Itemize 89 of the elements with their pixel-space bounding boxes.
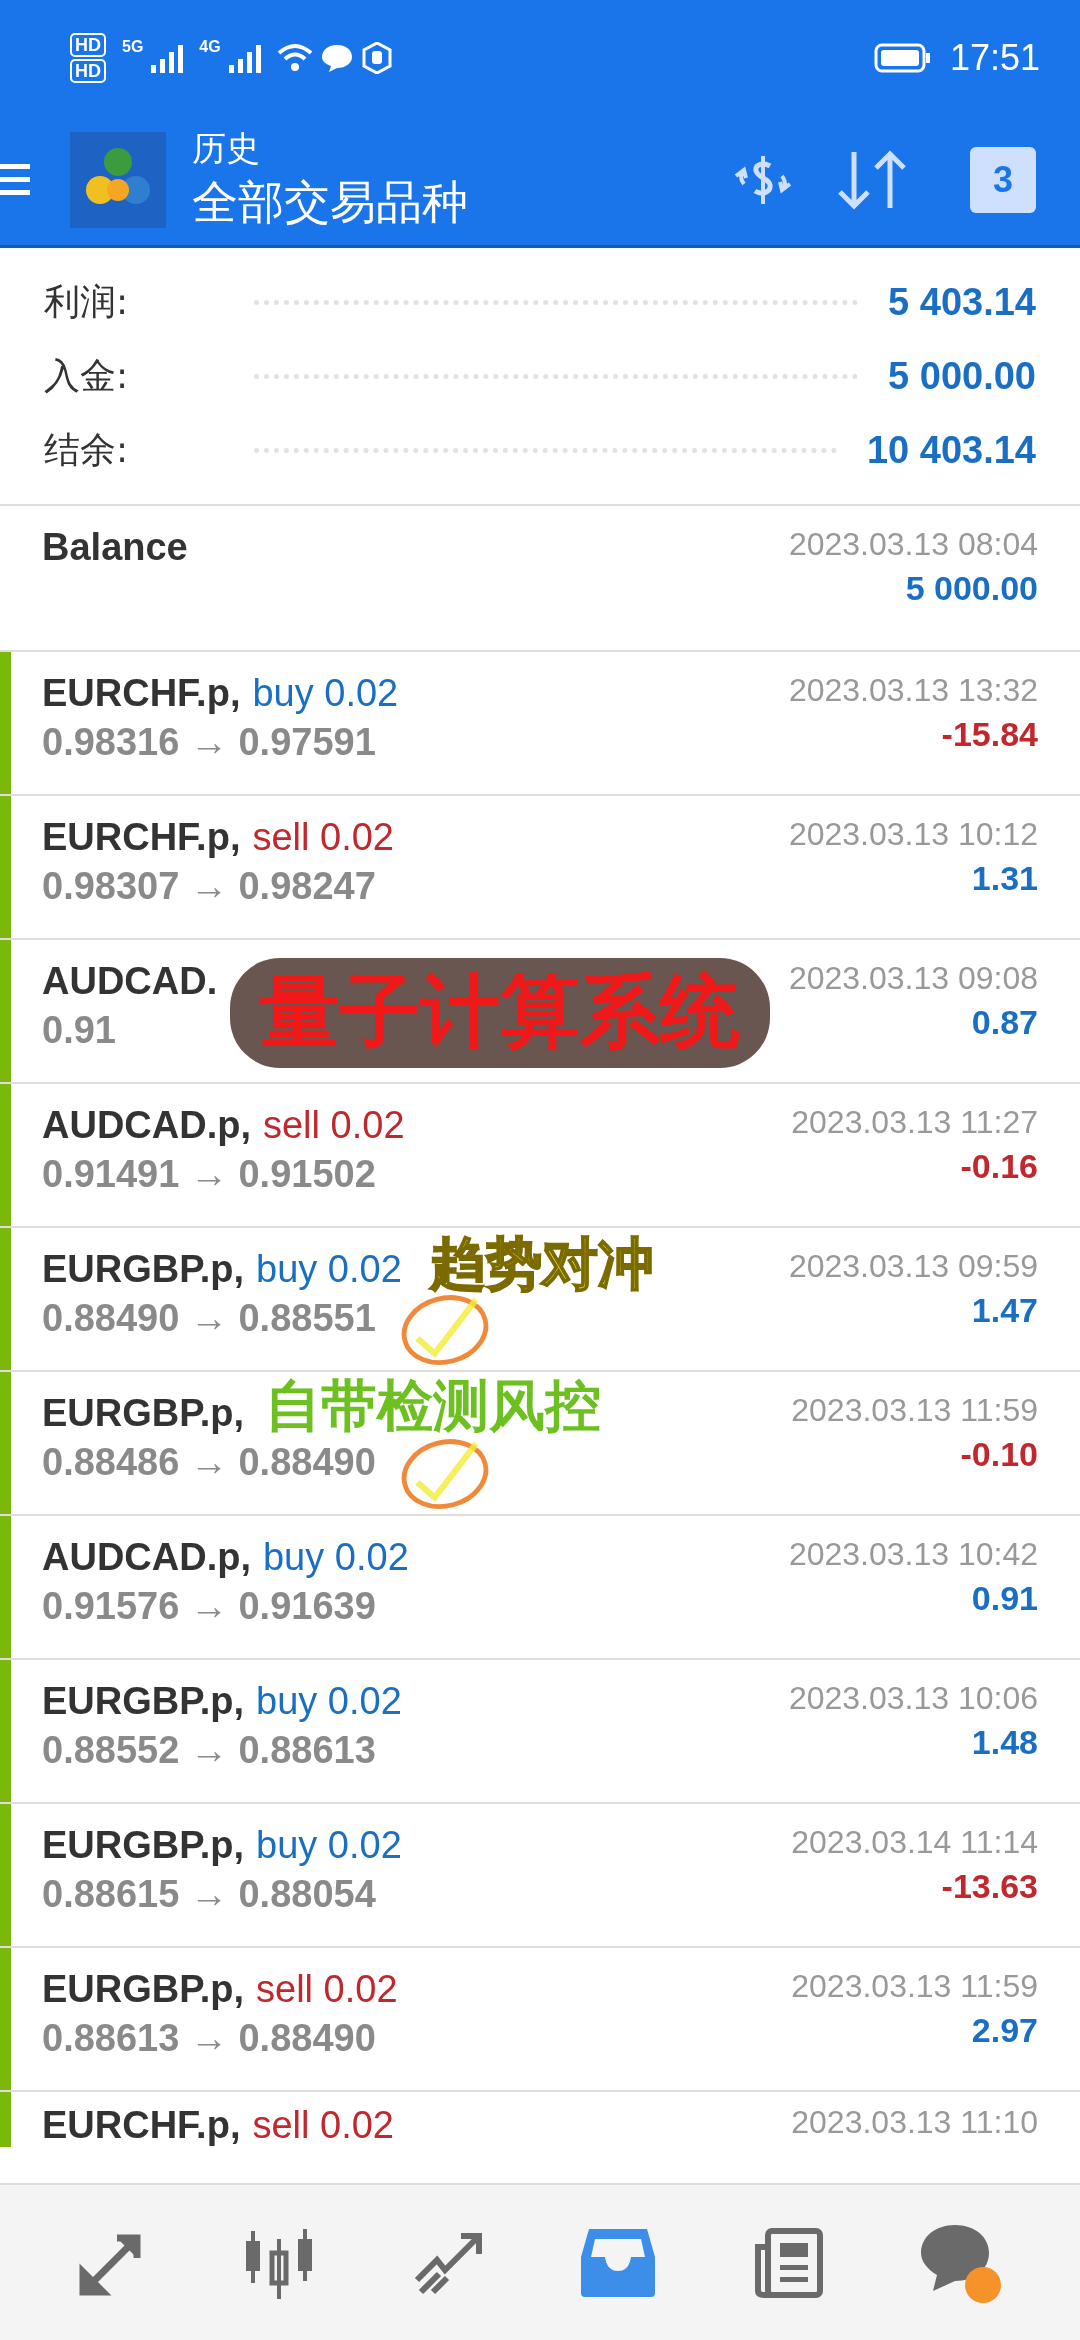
network-label: 4G [199, 38, 221, 56]
order-type: buy 0.02 [256, 1824, 402, 1867]
order-type: sell 0.02 [256, 1968, 398, 2011]
order-type: buy 0.02 [256, 1680, 402, 1723]
signal-icon [228, 42, 263, 73]
trade-profit: 1.48 [971, 1723, 1038, 1762]
symbol-filter[interactable]: 全部交易品种 [192, 172, 712, 234]
battery-icon [873, 42, 932, 73]
price-range: 0.91 [42, 1009, 117, 1052]
wifi-icon [276, 42, 313, 73]
trade-row[interactable]: EURGBP.p, buy 0.02 0.88552 → 0.88613 2023.03.13 10:06 1.48 [0, 1660, 1080, 1804]
sticker-text: 趋势对冲 [430, 1236, 654, 1292]
trade-time: 2023.03.13 10:12 [788, 816, 1038, 853]
price-range: 0.91576 → 0.91639 [42, 1585, 377, 1628]
inbox-icon [579, 2226, 658, 2299]
trade-symbol: EURGBP.p, [42, 1248, 244, 1291]
trade-profit: -15.84 [941, 715, 1038, 754]
trade-time: 2023.03.13 09:59 [788, 1248, 1038, 1285]
trade-time: 2023.03.13 13:32 [788, 672, 1038, 709]
summary-value: 5 403.14 [888, 280, 1036, 324]
order-type: buy 0.02 [263, 1536, 409, 1579]
trade-symbol: EURCHF.p, [42, 816, 241, 859]
trade-profit: 0.87 [971, 1003, 1038, 1042]
sticker-text: 自带检测风控 [265, 1378, 601, 1434]
trade-symbol: EURGBP.p, [42, 1680, 244, 1723]
trade-profit: 1.47 [971, 1291, 1038, 1330]
balance-amount: 5 000.00 [905, 569, 1038, 608]
trade-profit: 0.91 [971, 1579, 1038, 1618]
clock-time: 17:51 [949, 36, 1040, 79]
price-range: 0.88615 → 0.88054 [42, 1873, 377, 1916]
trade-profit: -0.16 [960, 1147, 1038, 1186]
trade-profit: 1.31 [971, 859, 1038, 898]
trade-profit: -0.10 [960, 1435, 1038, 1474]
trade-profit: 2.97 [971, 2011, 1038, 2050]
trade-profit: -13.63 [941, 1867, 1038, 1906]
price-range: 0.91491 → 0.91502 [42, 1153, 377, 1196]
price-range: 0.88552 → 0.88613 [42, 1729, 377, 1772]
message-icon [320, 42, 353, 73]
trade-time: 2023.03.13 11:59 [791, 1392, 1038, 1429]
order-type: sell 0.02 [263, 1104, 405, 1147]
signal-icon [151, 42, 186, 73]
order-type: buy 0.02 [256, 1248, 402, 1291]
trade-symbol: AUDCAD.p, [42, 1536, 251, 1579]
summary-value: 5 000.00 [888, 354, 1036, 398]
trade-row[interactable]: EURCHF.p, sell 0.02 2023.03.13 11:10 [0, 2092, 1080, 2147]
price-range: 0.88486 → 0.88490 [42, 1441, 376, 1484]
trade-symbol: AUDCAD.p, [42, 1104, 251, 1147]
price-range: 0.88613 → 0.88490 [42, 2017, 377, 2060]
price-range: 0.98316 → 0.97591 [42, 721, 377, 764]
summary-value: 10 403.14 [866, 428, 1036, 472]
network-label: 5G [122, 38, 144, 56]
trade-row[interactable]: EURGBP.p, buy 0.02 0.88490 → 0.88551 趋势对冲 2023.03.13 09:59 1.47 [0, 1228, 1080, 1372]
summary-label: 结余: [44, 427, 130, 472]
app-logo-icon [70, 132, 166, 228]
sim-label: HD [70, 32, 106, 57]
trade-symbol: EURCHF.p, [42, 672, 241, 715]
balance-label: Balance [42, 526, 188, 569]
summary-label: 利润: [44, 279, 130, 324]
price-range: 0.88490 → 0.88551 [42, 1297, 377, 1340]
trade-time: 2023.03.13 10:06 [788, 1680, 1038, 1717]
screen-title: 历史 [192, 127, 261, 170]
summary-label: 入金: [44, 353, 130, 398]
trade-row[interactable]: EURCHF.p, sell 0.02 0.98307 → 0.98247 2023.03.13 10:12 1.31 [0, 796, 1080, 940]
trade-symbol: EURCHF.p, [42, 2104, 241, 2147]
trade-row[interactable]: AUDCAD.p, buy 0.02 0.91576 → 0.91639 2023.03.13 10:42 0.91 [0, 1516, 1080, 1660]
trade-time: 2023.03.14 11:14 [791, 1824, 1038, 1861]
trade-row[interactable]: EURGBP.p, buy 0.02 0.88615 → 0.88054 2023.03.14 11:14 -13.63 [0, 1804, 1080, 1948]
trade-row[interactable]: EURGBP.p, sell 0.02 0.88613 → 0.88490 2023.03.13 11:59 2.97 [0, 1948, 1080, 2092]
price-range: 0.98307 → 0.98247 [42, 865, 377, 908]
order-type: sell 0.02 [252, 2104, 394, 2147]
trade-time: 2023.03.13 09:08 [788, 960, 1038, 997]
trade-time: 2023.03.13 11:27 [791, 1104, 1038, 1141]
order-type: sell 0.02 [252, 816, 394, 859]
sticker-banner: 量子计算系统 [230, 958, 770, 1068]
trade-row[interactable]: EURGBP.p, 0.88486 → 0.88490 自带检测风控 2023.03.13 11:59 -0.10 [0, 1372, 1080, 1516]
trade-symbol: EURGBP.p, [42, 1968, 244, 2011]
trade-time: 2023.03.13 11:10 [791, 2104, 1038, 2141]
trade-row[interactable]: AUDCAD.p, sell 0.02 0.91491 → 0.91502 2023.03.13 11:27 -0.16 [0, 1084, 1080, 1228]
sim-label: HD [70, 58, 106, 83]
order-type: buy 0.02 [252, 672, 399, 715]
trade-time: 2023.03.13 11:59 [791, 1968, 1038, 2005]
trade-symbol: AUDCAD. [42, 960, 218, 1003]
deal-time: 2023.03.13 08:04 [788, 526, 1038, 563]
trade-time: 2023.03.13 10:42 [788, 1536, 1038, 1573]
row-stripe [0, 2092, 11, 2147]
trade-symbol: EURGBP.p, [42, 1392, 244, 1435]
trade-row[interactable]: AUDCAD. 0.91 量子计算系统 2023.03.13 09:08 0.87 [0, 940, 1080, 1084]
trade-row[interactable]: EURCHF.p, buy 0.02 0.98316 → 0.97591 2023.03.13 13:32 -15.84 [0, 652, 1080, 796]
trade-symbol: EURGBP.p, [42, 1824, 244, 1867]
